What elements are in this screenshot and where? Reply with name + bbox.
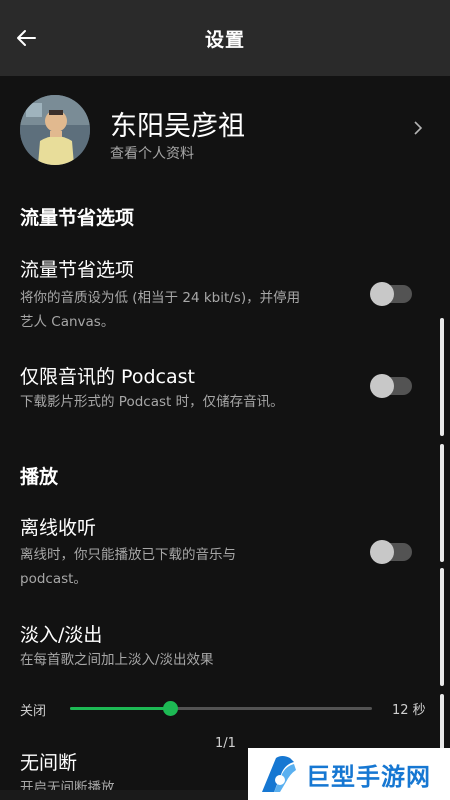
setting-description: 下载影片形式的 Podcast 时，仅储存音讯。 xyxy=(20,394,284,410)
bottom-strip xyxy=(0,790,248,800)
setting-description: 离线时，你只能播放已下载的音乐与 podcast。 xyxy=(20,543,370,591)
watermark-text: 巨型手游网 xyxy=(306,762,431,791)
description-line: podcast。 xyxy=(20,571,87,587)
slider-max-label: 12 秒 xyxy=(392,703,426,718)
scrollbar[interactable] xyxy=(440,318,444,436)
section-title-data-saver: 流量节省选项 xyxy=(20,207,135,229)
toggle-knob xyxy=(370,540,394,564)
page-title: 设置 xyxy=(204,28,245,51)
setting-title: 仅限音讯的 Podcast xyxy=(20,366,195,388)
back-button[interactable] xyxy=(10,22,42,54)
offline-toggle[interactable] xyxy=(370,540,412,564)
setting-crossfade: 淡入/淡出 在每首歌之间加上淡入/淡出效果 xyxy=(0,620,430,680)
profile-row[interactable]: 东阳吴彦祖 查看个人资料 xyxy=(0,90,450,176)
site-logo-icon xyxy=(262,756,296,792)
setting-offline: 离线收听 离线时，你只能播放已下载的音乐与 podcast。 xyxy=(0,513,430,593)
slider-min-label: 关闭 xyxy=(20,704,47,719)
scrollbar[interactable] xyxy=(440,444,444,562)
setting-audio-only-podcast: 仅限音讯的 Podcast 下载影片形式的 Podcast 时，仅储存音讯。 xyxy=(0,362,430,422)
data-saver-toggle[interactable] xyxy=(370,282,412,306)
description-line: 将你的音质设为低 (相当于 24 kbit/s)，并停用 xyxy=(20,290,301,306)
section-title-playback: 播放 xyxy=(20,466,59,488)
setting-title: 无间断 xyxy=(20,752,78,774)
description-line: 艺人 Canvas。 xyxy=(20,314,115,330)
top-bar: 设置 xyxy=(0,0,450,76)
view-profile-link[interactable]: 查看个人资料 xyxy=(110,143,194,163)
scrollbar[interactable] xyxy=(440,568,444,686)
crossfade-slider[interactable] xyxy=(70,701,372,716)
toggle-knob xyxy=(370,374,394,398)
setting-title: 离线收听 xyxy=(20,517,97,539)
setting-data-saver: 流量节省选项 将你的音质设为低 (相当于 24 kbit/s)，并停用 艺人 C… xyxy=(0,255,430,335)
setting-title: 淡入/淡出 xyxy=(20,624,103,646)
setting-description: 将你的音质设为低 (相当于 24 kbit/s)，并停用 艺人 Canvas。 xyxy=(20,286,370,334)
toggle-knob xyxy=(370,282,394,306)
chevron-right-icon xyxy=(414,121,423,135)
watermark: 巨型手游网 xyxy=(248,748,450,800)
page-indicator: 1/1 xyxy=(215,736,236,751)
setting-description: 在每首歌之间加上淡入/淡出效果 xyxy=(20,652,214,668)
slider-thumb[interactable] xyxy=(162,701,178,716)
profile-name: 东阳吴彦祖 xyxy=(110,111,245,142)
slider-fill xyxy=(70,707,170,710)
description-line: 离线时，你只能播放已下载的音乐与 xyxy=(20,547,236,563)
arrow-left-icon xyxy=(17,30,36,46)
avatar xyxy=(20,95,90,165)
setting-title: 流量节省选项 xyxy=(20,259,135,281)
audio-only-podcast-toggle[interactable] xyxy=(370,374,412,398)
